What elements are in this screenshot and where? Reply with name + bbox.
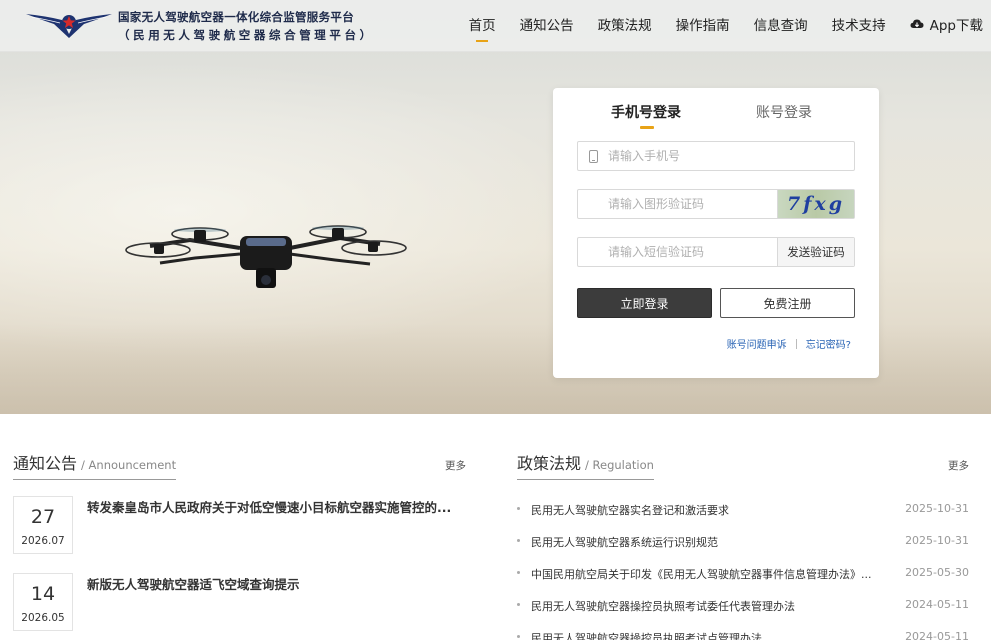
regulation-item[interactable]: 民用无人驾驶航空器操控员执照考试点管理办法 2024-05-11: [517, 627, 969, 640]
notice-date: 14 2026.05: [13, 573, 73, 631]
notice-item[interactable]: 27 2026.07 转发秦皇岛市人民政府关于对低空慢速小目标航空器实施管控的.…: [13, 496, 466, 556]
captcha-field: 7fxg: [577, 189, 855, 219]
notice-day: 27: [30, 506, 56, 528]
regulations-more-link[interactable]: 更多: [948, 458, 969, 473]
regulations-section: 政策法规 / Regulation 更多 民用无人驾驶航空器实名登记和激活要求 …: [517, 448, 969, 640]
notice-date: 27 2026.07: [13, 496, 73, 554]
hero-glow: [0, 60, 600, 360]
notices-more-link[interactable]: 更多: [445, 458, 466, 473]
regulations-list: 民用无人驾驶航空器实名登记和激活要求 2025-10-31 民用无人驾驶航空器系…: [517, 499, 969, 640]
regulation-title[interactable]: 民用无人驾驶航空器系统运行识别规范: [531, 534, 879, 550]
nav-notices[interactable]: 通知公告: [520, 14, 574, 34]
sms-code-input[interactable]: [608, 238, 768, 266]
bullet-dot: [517, 603, 520, 606]
regulation-title[interactable]: 民用无人驾驶航空器实名登记和激活要求: [531, 502, 879, 518]
brand-title-line2: （民用无人驾驶航空器综合管理平台）: [118, 28, 375, 42]
active-tab-indicator: [640, 126, 654, 129]
link-separator: [795, 338, 797, 349]
nav-info-query[interactable]: 信息查询: [754, 14, 808, 34]
regulations-title-en: / Regulation: [585, 458, 654, 472]
regulation-title[interactable]: 中国民用航空局关于印发《民用无人驾驶航空器事件信息管理办法》...: [531, 566, 879, 582]
bullet-dot: [517, 539, 520, 542]
brand-title: 国家无人驾驶航空器一体化综合监管服务平台 （民用无人驾驶航空器综合管理平台）: [118, 9, 375, 43]
regulations-title-zh: 政策法规: [517, 454, 582, 473]
nav-app-download[interactable]: App下载: [910, 14, 983, 34]
captcha-input[interactable]: [608, 190, 768, 218]
bullet-dot: [517, 635, 520, 638]
notice-title[interactable]: 新版无人驾驶航空器适飞空域查询提示: [87, 574, 466, 593]
regulation-date: 2025-05-30: [905, 566, 969, 579]
regulation-item[interactable]: 民用无人驾驶航空器操控员执照考试委任代表管理办法 2024-05-11: [517, 595, 969, 627]
top-header: 国家无人驾驶航空器一体化综合监管服务平台 （民用无人驾驶航空器综合管理平台） 首…: [0, 0, 991, 52]
regulation-date: 2025-10-31: [905, 534, 969, 547]
register-button[interactable]: 免费注册: [720, 288, 855, 318]
notice-year-month: 2026.05: [21, 612, 65, 624]
forgot-password-link[interactable]: 忘记密码?: [806, 336, 851, 351]
app-download-label: App下载: [929, 18, 983, 34]
mobile-phone-icon: [589, 150, 598, 163]
cloud-download-icon: [910, 19, 924, 28]
regulation-item[interactable]: 民用无人驾驶航空器系统运行识别规范 2025-10-31: [517, 531, 969, 563]
phone-field: [577, 141, 855, 171]
notices-title-en: / Announcement: [81, 458, 177, 472]
tab-account-login[interactable]: 账号登录: [756, 102, 812, 122]
login-card: 手机号登录 账号登录 7fxg 发送验证码 立即登录 免费注册 账号问题申诉 忘…: [553, 88, 879, 378]
notices-title-zh: 通知公告: [13, 454, 78, 473]
regulations-header: 政策法规 / Regulation 更多: [517, 448, 969, 480]
bullet-dot: [517, 507, 520, 510]
login-button[interactable]: 立即登录: [577, 288, 712, 318]
regulation-title[interactable]: 民用无人驾驶航空器操控员执照考试点管理办法: [531, 630, 879, 640]
regulation-item[interactable]: 中国民用航空局关于印发《民用无人驾驶航空器事件信息管理办法》... 2025-0…: [517, 563, 969, 595]
notice-day: 14: [30, 583, 56, 605]
notice-title[interactable]: 转发秦皇岛市人民政府关于对低空慢速小目标航空器实施管控的...: [87, 497, 466, 516]
nav-guides[interactable]: 操作指南: [676, 14, 730, 34]
captcha-image[interactable]: 7fxg: [777, 190, 854, 218]
regulations-title: 政策法规 / Regulation: [517, 450, 654, 480]
notices-title: 通知公告 / Announcement: [13, 450, 177, 480]
regulation-date: 2025-10-31: [905, 502, 969, 515]
notices-section: 通知公告 / Announcement 更多 27 2026.07 转发秦皇岛市…: [13, 448, 466, 631]
sms-code-field: 发送验证码: [577, 237, 855, 267]
main-nav: 首页 通知公告 政策法规 操作指南 信息查询 技术支持 App下载: [445, 0, 983, 48]
captcha-code: 7fxg: [786, 193, 845, 215]
regulation-item[interactable]: 民用无人驾驶航空器实名登记和激活要求 2025-10-31: [517, 499, 969, 531]
tab-phone-login[interactable]: 手机号登录: [611, 102, 681, 122]
nav-home[interactable]: 首页: [469, 14, 496, 42]
login-tabs: 手机号登录 账号登录: [553, 102, 879, 132]
notice-item[interactable]: 14 2026.05 新版无人驾驶航空器适飞空域查询提示: [13, 573, 466, 633]
brand-title-line1: 国家无人驾驶航空器一体化综合监管服务平台: [118, 10, 354, 24]
drone-image: [125, 225, 407, 288]
phone-input[interactable]: [608, 142, 838, 170]
nav-regulations[interactable]: 政策法规: [598, 14, 652, 34]
regulation-date: 2024-05-11: [905, 598, 969, 611]
send-sms-code-button[interactable]: 发送验证码: [777, 238, 854, 266]
notice-year-month: 2026.07: [21, 535, 65, 547]
account-appeal-link[interactable]: 账号问题申诉: [727, 336, 787, 351]
account-help-links: 账号问题申诉 忘记密码?: [727, 336, 851, 351]
regulation-title[interactable]: 民用无人驾驶航空器操控员执照考试委任代表管理办法: [531, 598, 879, 614]
caac-logo-icon: [26, 14, 112, 38]
regulation-date: 2024-05-11: [905, 630, 969, 640]
nav-tech-support[interactable]: 技术支持: [832, 14, 886, 34]
notices-header: 通知公告 / Announcement 更多: [13, 448, 466, 480]
bullet-dot: [517, 571, 520, 574]
